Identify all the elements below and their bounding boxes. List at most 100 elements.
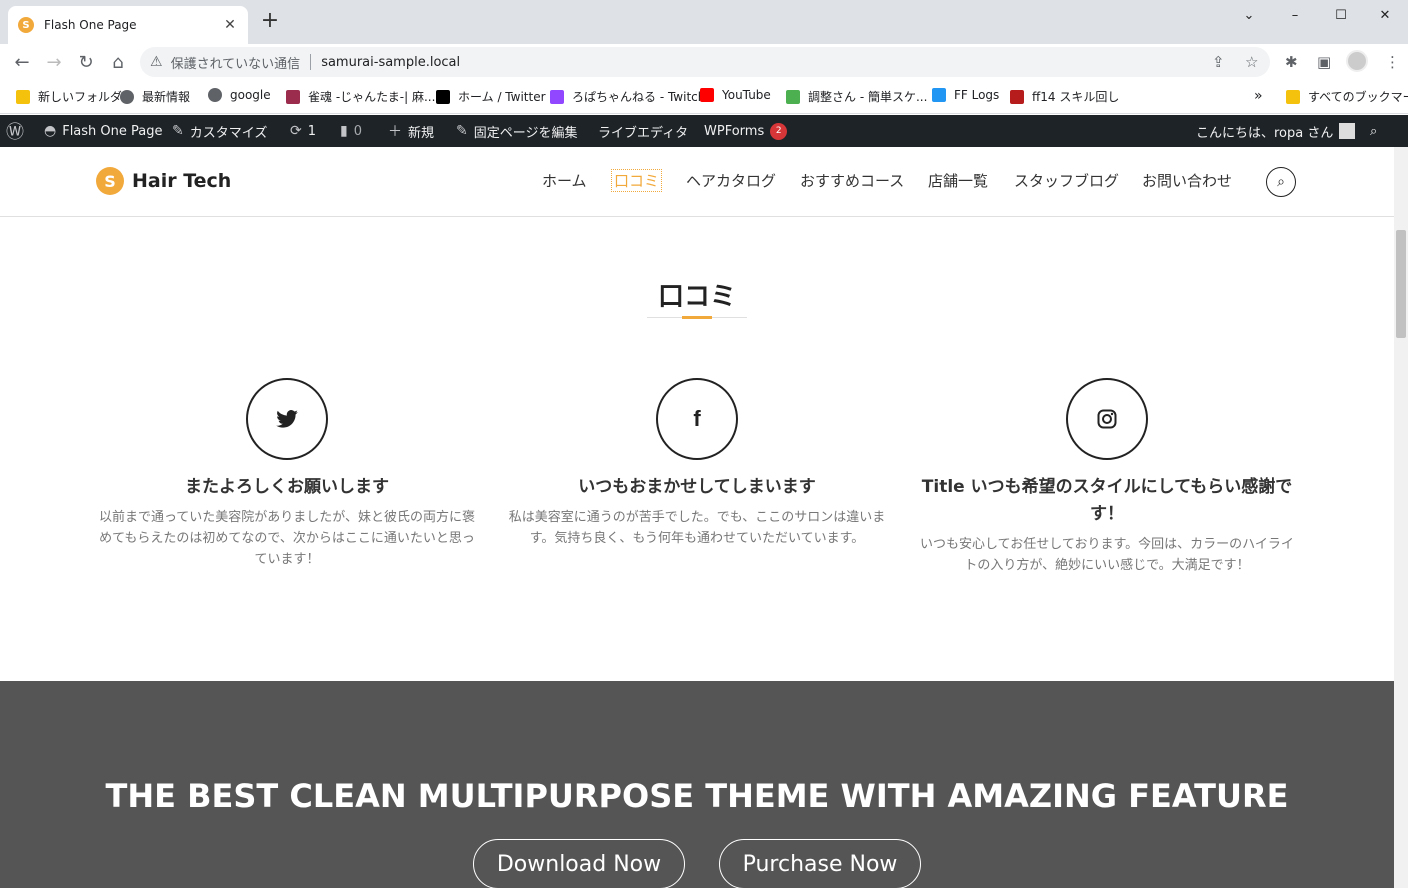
admin-site-name[interactable]: ◓ Flash One Page <box>44 115 163 147</box>
section-accent <box>682 316 712 319</box>
site-favicon-icon: S <box>18 17 34 33</box>
bookmark-item[interactable]: google <box>208 88 271 102</box>
insecure-label: 保護されていない通信 <box>170 56 301 72</box>
bookmark-star-icon[interactable]: ☆ <box>1245 53 1258 71</box>
address-separator <box>310 54 312 70</box>
nav-home[interactable]: ホーム <box>542 170 587 191</box>
admin-customize[interactable]: ✎ カスタマイズ <box>172 115 267 147</box>
all-bookmarks-item[interactable]: すべてのブックマーク <box>1286 88 1408 105</box>
bookmark-item[interactable]: YouTube <box>700 88 771 102</box>
review-title: いつもおまかせしてしまいます <box>578 477 816 497</box>
nav-stores[interactable]: 店舗一覧 <box>928 170 988 191</box>
bookmark-item[interactable]: 調整さん - 簡単スケ... <box>786 88 927 105</box>
wordpress-logo-icon[interactable]: Ⓦ <box>6 115 30 147</box>
minimize-button[interactable]: – <box>1272 0 1318 30</box>
brush-icon: ✎ <box>172 123 184 139</box>
admin-live-editor[interactable]: ライブエディタ <box>598 115 688 147</box>
wp-admin-bar: Ⓦ ◓ Flash One Page ✎ カスタマイズ ⟳ 1 ▮ 0 ＋新規 ✎ 固定ペ… <box>0 115 1408 147</box>
tab-search-chevron-icon[interactable]: ⌄ <box>1226 0 1272 30</box>
site-header: S Hair Tech ホーム 口コミ ヘアカタログ おすすめコース 店舗一覧 … <box>0 147 1394 217</box>
purchase-button[interactable]: Purchase Now <box>719 839 921 888</box>
bookmark-item[interactable]: FF Logs <box>932 88 999 102</box>
admin-comments[interactable]: ▮ 0 <box>340 115 362 147</box>
forward-icon[interactable]: → <box>42 50 66 74</box>
bookmark-item[interactable]: 最新情報 <box>120 88 190 105</box>
nav-contact[interactable]: お問い合わせ <box>1142 170 1232 191</box>
admin-wpforms[interactable]: WPForms 2 <box>704 115 788 147</box>
browser-window: S Flash One Page ✕ + ⌄ – ☐ ✕ ← → ↻ ⌂ ⚠ 保… <box>0 0 1408 888</box>
comment-icon: ▮ <box>340 123 348 139</box>
admin-edit-page[interactable]: ✎ 固定ページを編集 <box>456 115 577 147</box>
review-card: Title いつも希望のスタイルにしてもらい感謝です！ いつも安心してお任せして… <box>912 378 1302 576</box>
cta-title: THE BEST CLEAN MULTIPURPOSE THEME WITH A… <box>105 777 1289 815</box>
bookmark-item[interactable]: 雀魂 -じゃんたま-| 麻... <box>286 88 435 105</box>
app-icon <box>286 89 300 104</box>
new-tab-button[interactable]: + <box>258 10 282 34</box>
review-text: 以前まで通っていた美容院がありましたが、妹と彼氏の両方に褒めてもらえたのは初めて… <box>98 510 476 567</box>
extensions-icon[interactable]: ✱ <box>1285 53 1298 71</box>
brand-name: Hair Tech <box>132 170 232 192</box>
home-icon[interactable]: ⌂ <box>106 50 130 74</box>
facebook-icon[interactable]: f <box>656 378 738 460</box>
pencil-icon: ✎ <box>456 123 468 139</box>
review-card: f いつもおまかせしてしまいます 私は美容室に通うのが苦手でした。でも、ここのサ… <box>502 378 892 549</box>
plus-icon: ＋ <box>388 124 402 140</box>
bookmark-item[interactable]: 新しいフォルダ <box>16 88 122 105</box>
nav-reviews[interactable]: 口コミ <box>610 169 663 192</box>
nav-recommended-course[interactable]: おすすめコース <box>800 170 904 191</box>
tab-strip: S Flash One Page ✕ + ⌄ – ☐ ✕ <box>0 0 1408 44</box>
review-title: Title いつも希望のスタイルにしてもらい感謝です！ <box>921 477 1293 524</box>
cta-section: THE BEST CLEAN MULTIPURPOSE THEME WITH A… <box>0 681 1394 888</box>
tab-title: Flash One Page <box>44 18 137 32</box>
nav-staff-blog[interactable]: スタッフブログ <box>1014 170 1119 191</box>
admin-new[interactable]: ＋新規 <box>388 115 434 147</box>
wpforms-badge: 2 <box>770 122 788 140</box>
bookmarks-bar: 新しいフォルダ 最新情報 google 雀魂 -じゃんたま-| 麻... ホーム… <box>0 80 1408 114</box>
warning-icon: ⚠ <box>150 54 163 70</box>
url-text[interactable]: samurai-sample.local <box>321 55 460 70</box>
admin-search-icon[interactable]: ⌕ <box>1370 115 1377 147</box>
dashboard-icon: ◓ <box>44 123 57 139</box>
review-text: 私は美容室に通うのが苦手でした。でも、ここのサロンは違います。気持ち良く、もう何… <box>508 510 886 546</box>
fflogs-icon <box>932 88 946 102</box>
globe-icon <box>120 89 134 104</box>
x-icon <box>436 89 450 104</box>
admin-updates[interactable]: ⟳ 1 <box>290 115 316 147</box>
game-icon <box>1010 89 1024 104</box>
calendar-icon <box>786 89 800 104</box>
profile-avatar[interactable] <box>1346 50 1368 72</box>
admin-account[interactable]: こんにちは、ropa さん <box>1196 115 1356 147</box>
review-card: またよろしくお願いします 以前まで通っていた美容院がありましたが、妹と彼氏の両方… <box>92 378 482 570</box>
section-title: 口コミ <box>657 282 736 312</box>
updates-icon: ⟳ <box>290 123 302 139</box>
side-panel-icon[interactable]: ▣ <box>1317 53 1331 71</box>
reload-icon[interactable]: ↻ <box>74 50 98 74</box>
bookmarks-overflow-icon[interactable]: » <box>1254 88 1263 104</box>
instagram-icon[interactable] <box>1066 378 1148 460</box>
back-icon[interactable]: ← <box>10 50 34 74</box>
address-row: ← → ↻ ⌂ ⚠ 保護されていない通信 samurai-sample.loca… <box>0 44 1408 80</box>
bookmark-item[interactable]: ろぱちゃんねる - Twitch <box>550 88 705 105</box>
nav-hair-catalog[interactable]: ヘアカタログ <box>686 170 776 191</box>
close-window-button[interactable]: ✕ <box>1362 0 1408 30</box>
maximize-button[interactable]: ☐ <box>1318 0 1364 30</box>
twitch-icon <box>550 89 564 104</box>
address-bar[interactable]: ⚠ 保護されていない通信 samurai-sample.local <box>140 47 1270 77</box>
site-logo[interactable]: S Hair Tech <box>96 167 231 195</box>
logo-icon: S <box>96 167 124 195</box>
browser-tab[interactable]: S Flash One Page ✕ <box>8 6 248 44</box>
menu-kebab-icon[interactable]: ⋮ <box>1385 53 1400 71</box>
bookmark-item[interactable]: ff14 スキル回し <box>1010 88 1119 105</box>
globe-icon <box>208 88 222 102</box>
download-button[interactable]: Download Now <box>473 839 685 888</box>
folder-icon <box>1286 89 1300 104</box>
scrollbar-thumb[interactable] <box>1396 230 1406 338</box>
tab-close-icon[interactable]: ✕ <box>222 17 238 33</box>
search-icon[interactable]: ⌕ <box>1266 167 1296 197</box>
share-icon[interactable]: ⇪ <box>1212 53 1225 71</box>
bookmark-item[interactable]: ホーム / Twitter <box>436 88 546 105</box>
user-avatar <box>1339 123 1356 139</box>
youtube-icon <box>700 88 714 102</box>
review-text: いつも安心してお任せしております。今回は、カラーのハイライトの入り方が、絶妙にい… <box>920 537 1294 573</box>
twitter-icon[interactable] <box>246 378 328 460</box>
